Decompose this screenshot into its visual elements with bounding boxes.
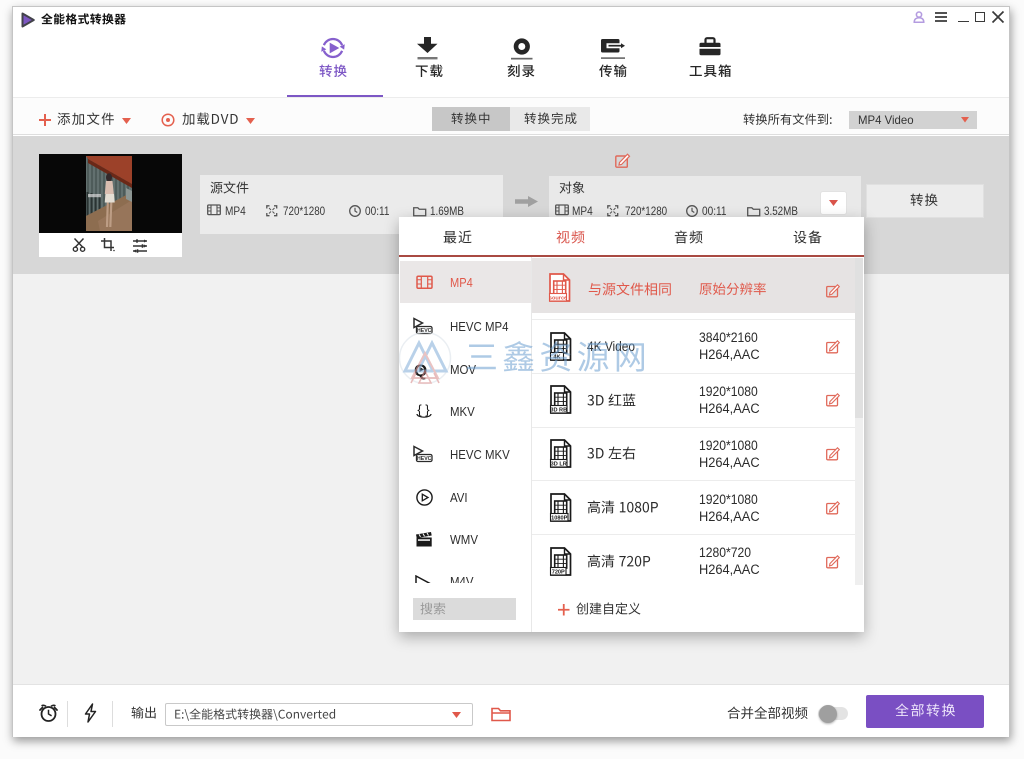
svg-text:720P: 720P — [552, 569, 565, 575]
svg-text:{ }: { } — [417, 402, 430, 417]
svg-text:3D RB: 3D RB — [550, 408, 567, 414]
svg-text:source: source — [549, 296, 567, 302]
svg-text:3D LR: 3D LR — [551, 462, 567, 468]
svg-text:HEVC: HEVC — [417, 456, 432, 462]
svg-text:1080P: 1080P — [551, 515, 567, 521]
